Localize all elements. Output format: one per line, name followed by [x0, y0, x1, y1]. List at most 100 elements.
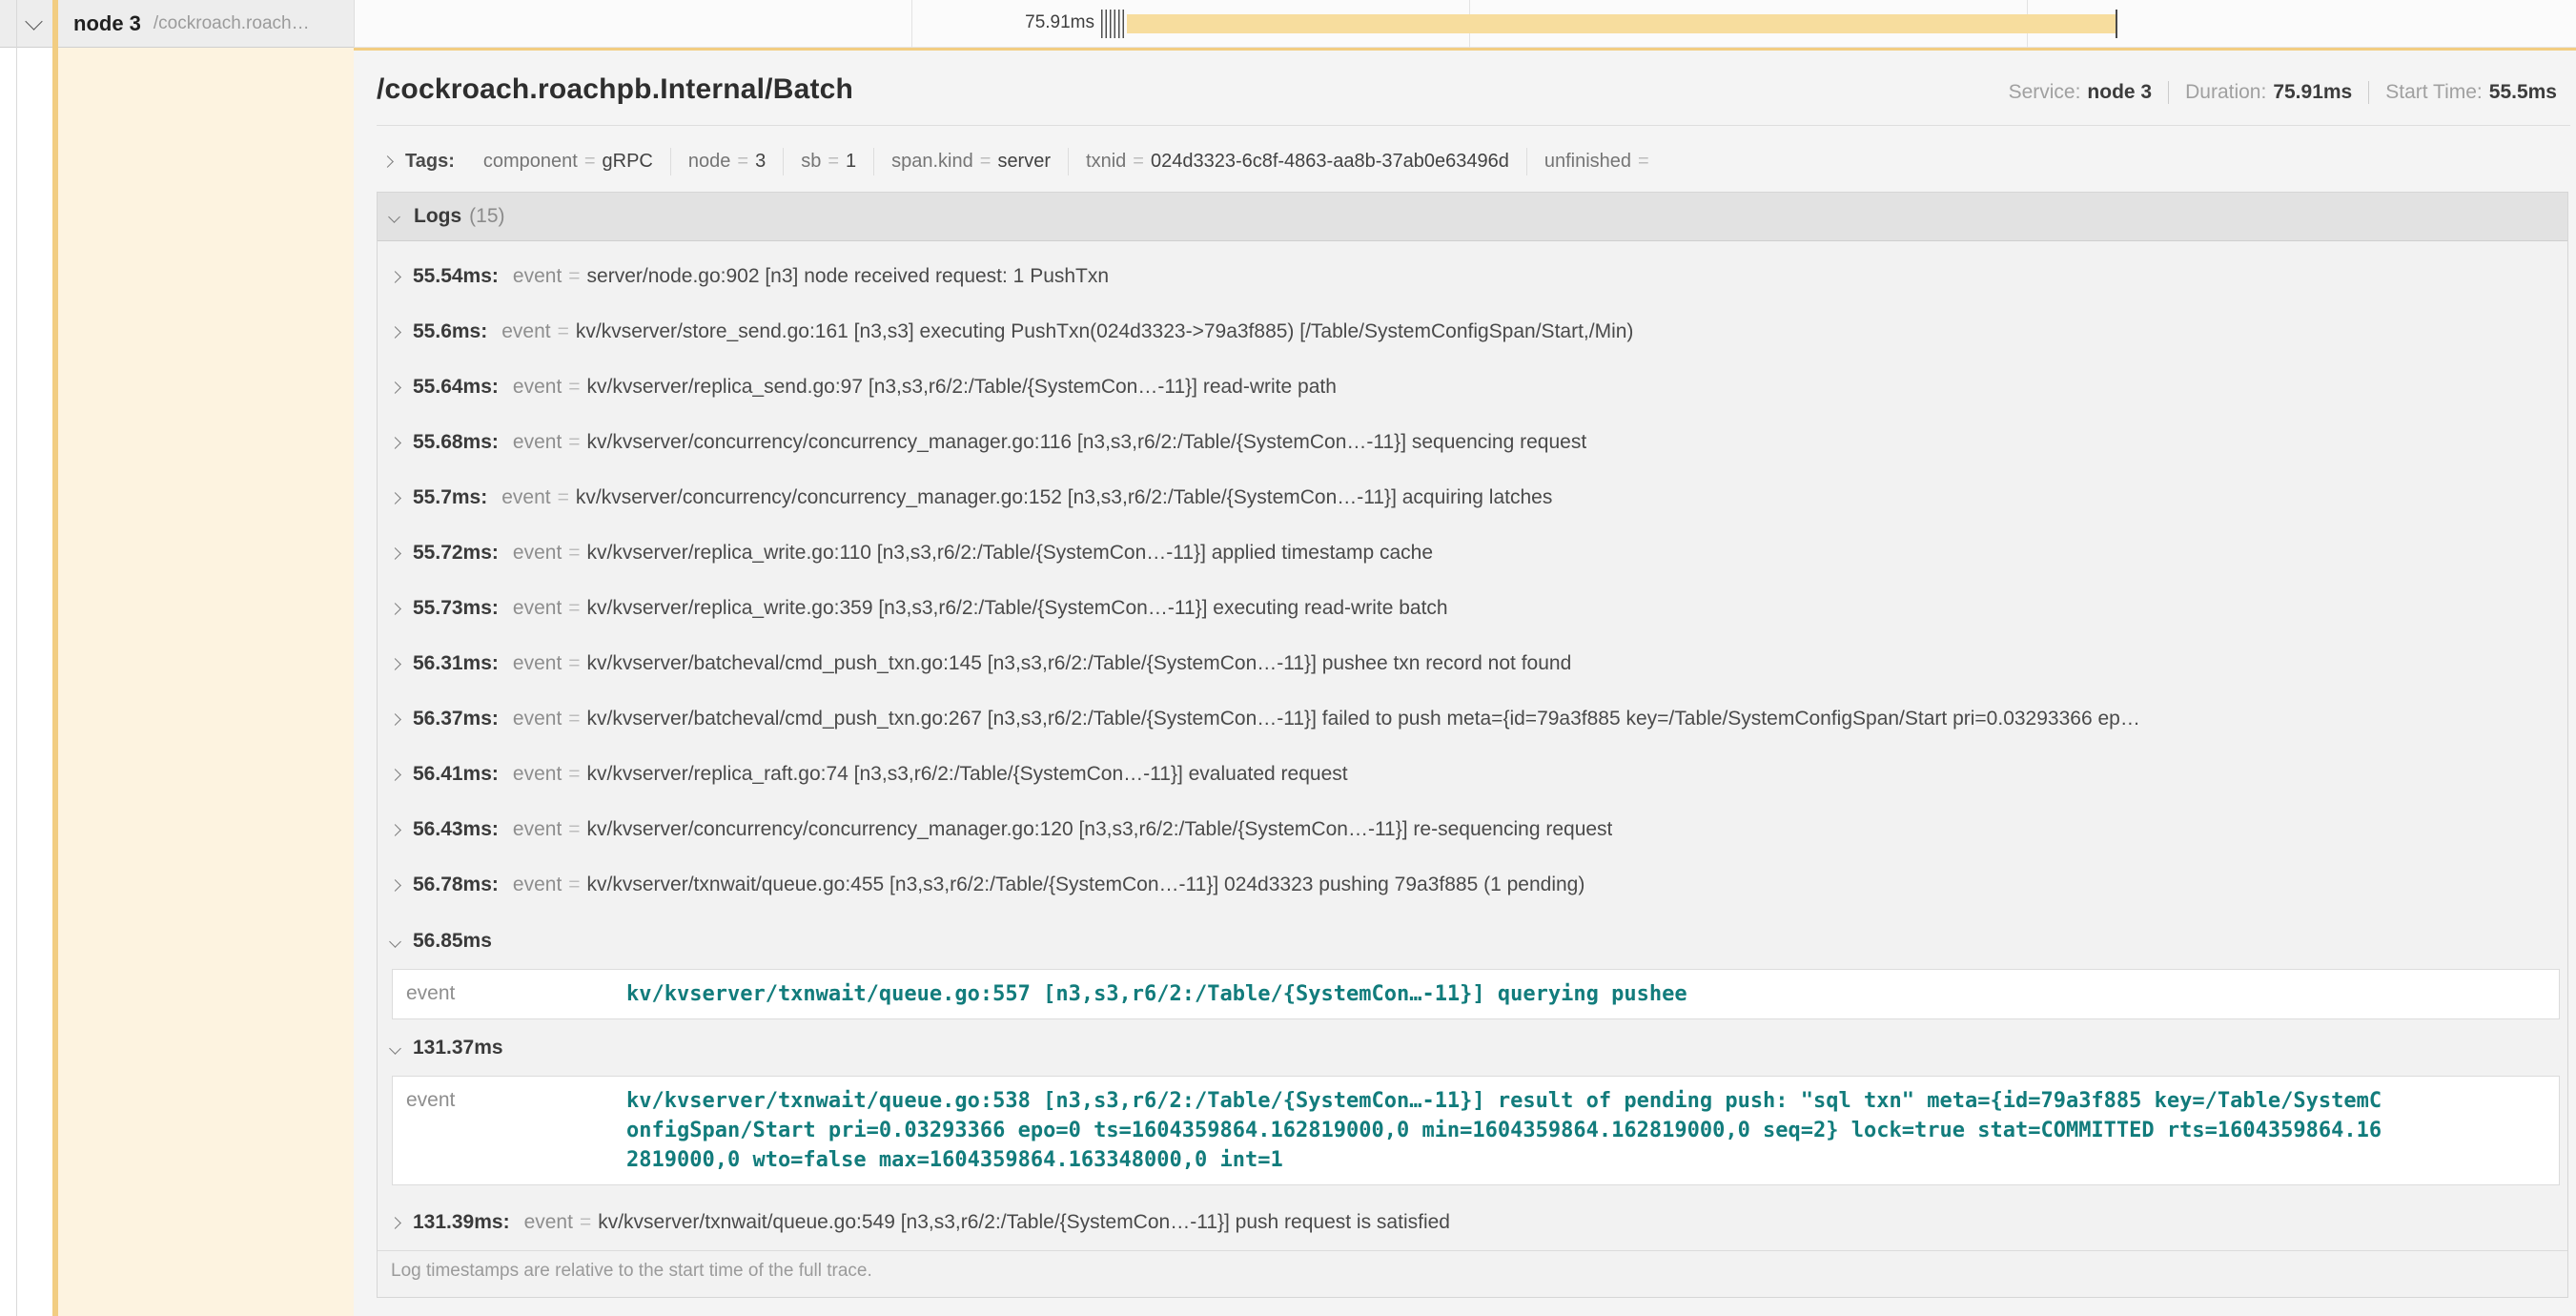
log-entry-row[interactable]: 56.41ms:event=kv/kvserver/replica_raft.g…	[378, 747, 2567, 802]
log-entry-row[interactable]: 55.68ms:event=kv/kvserver/concurrency/co…	[378, 415, 2567, 470]
chevron-right-icon[interactable]	[389, 381, 401, 394]
log-entry-row[interactable]: 131.39ms:event=kv/kvserver/txnwait/queue…	[378, 1195, 2567, 1250]
log-field-name: event	[513, 652, 562, 675]
chevron-right-icon[interactable]	[389, 326, 401, 339]
log-timestamp: 55.64ms:	[413, 376, 499, 399]
log-entry-row[interactable]: 56.43ms:event=kv/kvserver/concurrency/co…	[378, 802, 2567, 857]
log-timestamp: 56.37ms:	[413, 708, 499, 730]
tag-value: gRPC	[603, 151, 653, 172]
equals-sign: =	[568, 542, 580, 565]
equals-sign: =	[1638, 151, 1649, 172]
tags-label: Tags:	[405, 151, 455, 173]
log-entry-row[interactable]: 55.72ms:event=kv/kvserver/replica_write.…	[378, 525, 2567, 581]
chevron-right-icon[interactable]	[389, 713, 401, 726]
left-rail-divider	[16, 0, 17, 1316]
span-detail-title: /cockroach.roachpb.Internal/Batch	[377, 73, 853, 106]
log-message: kv/kvserver/concurrency/concurrency_mana…	[576, 486, 1552, 509]
chevron-right-icon[interactable]	[389, 879, 401, 892]
log-entry-row[interactable]: 56.31ms:event=kv/kvserver/batcheval/cmd_…	[378, 636, 2567, 691]
equals-sign: =	[584, 151, 596, 172]
chevron-down-icon[interactable]	[389, 1042, 401, 1055]
log-entry-header[interactable]: 131.37ms	[378, 1033, 2567, 1063]
chevron-right-icon[interactable]	[389, 547, 401, 560]
chevron-right-icon[interactable]	[389, 271, 401, 283]
log-field-name: event	[513, 265, 562, 288]
log-entry-header[interactable]: 56.85ms	[378, 926, 2567, 956]
log-field-name: event	[406, 1086, 626, 1175]
meta-divider	[2168, 81, 2169, 104]
log-timestamp: 56.78ms:	[413, 874, 499, 896]
equals-sign: =	[568, 708, 580, 730]
equals-sign: =	[558, 320, 569, 343]
chevron-right-icon[interactable]	[381, 155, 394, 168]
chevron-right-icon[interactable]	[389, 492, 401, 504]
chevron-right-icon[interactable]	[389, 658, 401, 670]
chevron-right-icon[interactable]	[389, 824, 401, 836]
chevron-right-icon[interactable]	[389, 769, 401, 781]
service-value: node 3	[2087, 81, 2152, 104]
log-timestamp: 56.31ms:	[413, 652, 499, 675]
service-label: Service:	[2009, 81, 2081, 104]
log-message: kv/kvserver/replica_write.go:110 [n3,s3,…	[587, 542, 1434, 565]
equals-sign: =	[1133, 151, 1144, 172]
span-duration-bar[interactable]	[1127, 14, 2116, 33]
chevron-down-icon[interactable]	[388, 211, 400, 223]
log-message: server/node.go:902 [n3] node received re…	[587, 265, 1110, 288]
chevron-right-icon[interactable]	[389, 1217, 401, 1229]
logs-count: (15)	[469, 205, 504, 228]
log-message: kv/kvserver/batcheval/cmd_push_txn.go:26…	[587, 708, 2140, 730]
duration-label: Duration:	[2185, 81, 2266, 104]
chevron-down-icon[interactable]	[25, 12, 42, 30]
title-divider	[377, 125, 2570, 126]
tag-item: span.kind=server	[874, 148, 1069, 175]
equals-sign: =	[980, 151, 992, 172]
logs-footer-note: Log timestamps are relative to the start…	[378, 1250, 2567, 1297]
tag-item: component=gRPC	[466, 148, 671, 175]
logs-title: Logs	[414, 205, 461, 228]
log-timestamp: 131.37ms	[413, 1037, 503, 1059]
equals-sign: =	[828, 151, 839, 172]
logs-rows: 55.54ms:event=server/node.go:902 [n3] no…	[378, 241, 2567, 1250]
log-entry-row[interactable]: 55.73ms:event=kv/kvserver/replica_write.…	[378, 581, 2567, 636]
log-field-name: event	[513, 431, 562, 454]
log-timestamp: 55.73ms:	[413, 597, 499, 620]
equals-sign: =	[568, 763, 580, 786]
span-end-tick	[2116, 10, 2117, 38]
log-field-name: event	[513, 376, 562, 399]
tag-item: unfinished=	[1527, 148, 1673, 175]
chevron-right-icon[interactable]	[389, 603, 401, 615]
log-entry-row[interactable]: 56.78ms:event=kv/kvserver/txnwait/queue.…	[378, 857, 2567, 913]
log-field-name: event	[513, 708, 562, 730]
log-entry-row[interactable]: 56.37ms: event = kv/kvserver/batcheval/cmd_…	[378, 691, 2567, 747]
log-entry-row[interactable]: 55.64ms:event=kv/kvserver/replica_send.g…	[378, 360, 2567, 415]
logs-section-toggle[interactable]: Logs (15)	[378, 193, 2567, 241]
log-message: kv/kvserver/txnwait/queue.go:455 [n3,s3,…	[587, 874, 1585, 896]
tag-item: node=3	[671, 148, 784, 175]
log-timestamp: 55.6ms:	[413, 320, 487, 343]
tag-key: node	[688, 151, 731, 172]
log-message: kv/kvserver/txnwait/queue.go:549 [n3,s3,…	[598, 1211, 1450, 1234]
log-entry-row[interactable]: 55.7ms:event=kv/kvserver/concurrency/con…	[378, 470, 2567, 525]
log-message: kv/kvserver/txnwait/queue.go:557 [n3,s3,…	[626, 979, 1687, 1009]
span-service-name: node 3	[73, 11, 141, 36]
log-entry-row[interactable]: 55.6ms:event=kv/kvserver/store_send.go:1…	[378, 304, 2567, 360]
tag-key: span.kind	[891, 151, 973, 172]
log-entry-row[interactable]: 55.54ms:event=server/node.go:902 [n3] no…	[378, 249, 2567, 304]
log-field-name: event	[513, 763, 562, 786]
log-message: kv/kvserver/store_send.go:161 [n3,s3] ex…	[576, 320, 1634, 343]
start-time-label: Start Time:	[2385, 81, 2483, 104]
log-entry-expanded: 56.85ms event kv/kvserver/txnwait/queue.…	[378, 926, 2567, 1019]
span-detail-panel: /cockroach.roachpb.Internal/Batch Servic…	[354, 48, 2576, 1316]
log-message: kv/kvserver/replica_write.go:359 [n3,s3,…	[587, 597, 1448, 620]
equals-sign: =	[737, 151, 748, 172]
span-tint-column	[58, 48, 354, 1316]
log-timestamp: 56.41ms:	[413, 763, 499, 786]
log-field-name: event	[501, 486, 550, 509]
start-time-value: 55.5ms	[2489, 81, 2557, 104]
span-timeline-row[interactable]: 75.91ms	[354, 0, 2576, 48]
duration-value: 75.91ms	[2273, 81, 2352, 104]
equals-sign: =	[558, 486, 569, 509]
chevron-down-icon[interactable]	[389, 936, 401, 948]
tags-section-toggle[interactable]: Tags: component=gRPC node=3 sb=1 span.ki…	[377, 139, 2570, 183]
chevron-right-icon[interactable]	[389, 437, 401, 449]
